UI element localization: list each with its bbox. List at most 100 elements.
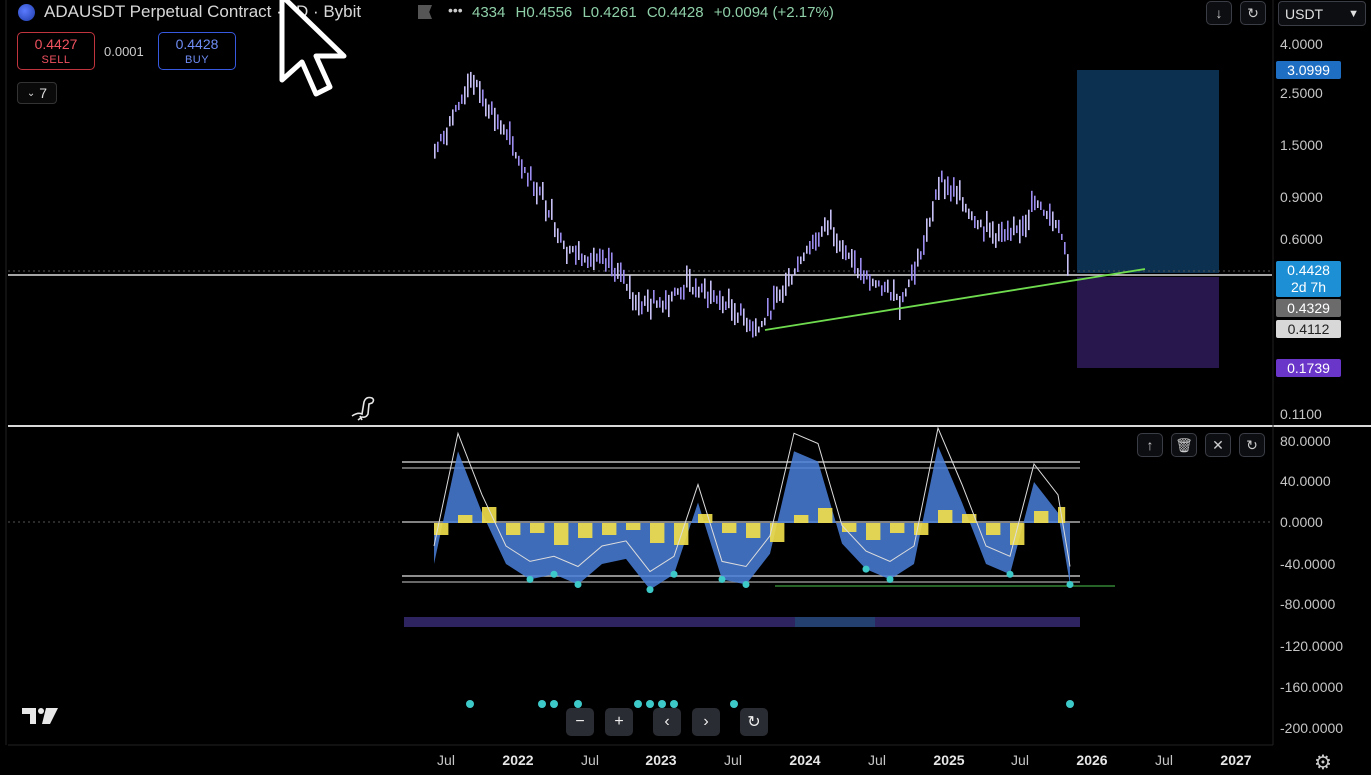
price-candle (743, 308, 745, 326)
price-candle (629, 275, 631, 299)
time-label: Jul (868, 752, 886, 768)
scroll-left-button[interactable]: ‹ (653, 708, 681, 736)
price-candle (908, 279, 910, 288)
price-candle (491, 101, 493, 115)
price-candle (1031, 190, 1033, 212)
price-candle (653, 290, 655, 304)
price-candle (806, 245, 808, 254)
time-label: 2025 (933, 752, 965, 768)
price-candle (731, 299, 733, 321)
tradingview-logo-icon[interactable] (22, 706, 58, 732)
osc-scale-label: -200.0000 (1280, 720, 1344, 736)
stop-zone[interactable] (1077, 277, 1219, 368)
price-candle (635, 294, 637, 311)
price-candle (857, 268, 859, 279)
zoom-in-button[interactable]: + (605, 708, 633, 736)
zoom-out-button[interactable]: − (566, 708, 594, 736)
gear-icon[interactable]: ⚙ (1314, 750, 1332, 775)
oscillator-trough-dot (670, 570, 678, 578)
chart-canvas[interactable] (0, 0, 1371, 773)
price-candle (800, 256, 802, 265)
time-label: Jul (581, 752, 599, 768)
dinosaur-icon[interactable] (348, 392, 378, 422)
price-candle (788, 268, 790, 287)
price-candle (971, 211, 973, 221)
oscillator-histogram-bar (650, 523, 665, 543)
price-candle (476, 79, 478, 88)
price-candle (863, 270, 865, 284)
target-price-badge: 3.0999 (1276, 61, 1341, 79)
oscillator-trough-dot (550, 570, 558, 578)
maximize-pane-icon[interactable]: ↻ (1239, 433, 1265, 457)
price-candles (434, 71, 1069, 338)
price-candle (506, 129, 508, 141)
osc-scale-label: 0.0000 (1280, 514, 1323, 530)
price-candle (839, 240, 841, 252)
osc-scale-label: -120.0000 (1280, 638, 1344, 654)
price-candle (620, 262, 622, 282)
price-candle (944, 179, 946, 200)
time-label: Jul (437, 752, 455, 768)
price-candle (887, 279, 889, 293)
current-price-value: 0.4428 (1287, 262, 1330, 278)
price-candle (512, 136, 514, 156)
delete-pane-icon[interactable]: 🗑 (1171, 433, 1197, 457)
price-candle (998, 223, 1000, 242)
price-candle (668, 294, 670, 318)
price-candle (878, 280, 880, 287)
price-candle (929, 217, 931, 227)
price-candle (1043, 209, 1045, 216)
price-candle (584, 255, 586, 263)
price-candle (794, 268, 796, 276)
collapse-pane-icon[interactable]: ✕ (1205, 433, 1231, 457)
price-candle (590, 252, 592, 267)
signal-dot (670, 700, 678, 708)
move-pane-up-icon[interactable]: ↑ (1137, 433, 1163, 457)
scroll-right-button[interactable]: › (692, 708, 720, 736)
price-candle (845, 245, 847, 261)
price-candle (623, 269, 625, 284)
price-candle (914, 261, 916, 285)
price-candle (461, 94, 463, 104)
price-candle (1007, 220, 1009, 241)
price-candle (1019, 219, 1021, 244)
price-candle (983, 226, 985, 242)
price-candle (782, 285, 784, 303)
price-candle (479, 81, 481, 103)
signal-dot (646, 700, 654, 708)
price-candle (677, 288, 679, 295)
reset-chart-button[interactable]: ↻ (740, 708, 768, 736)
price-candle (809, 241, 811, 255)
price-candle (632, 292, 634, 311)
price-candle (1025, 214, 1027, 238)
price-candle (614, 267, 616, 282)
time-label: 2024 (789, 752, 821, 768)
price-candle (587, 256, 589, 268)
oscillator-trough-dot (742, 581, 750, 588)
price-candle (815, 232, 817, 251)
price-candle (761, 321, 763, 328)
price-candle (650, 298, 652, 320)
price-candle (905, 288, 907, 297)
osc-scale-label: 80.0000 (1280, 433, 1331, 449)
time-label: 2023 (645, 752, 677, 768)
price-candle (464, 86, 466, 105)
price-candle (1001, 221, 1003, 242)
price-candle (728, 288, 730, 309)
price-candle (686, 265, 688, 288)
price-candle (734, 303, 736, 326)
price-candle (1037, 200, 1039, 208)
signal-dots (466, 700, 1074, 708)
price-candle (773, 285, 775, 310)
price-candle (818, 232, 820, 247)
price-candle (527, 172, 529, 187)
price-candle (662, 300, 664, 313)
target-zone[interactable] (1077, 70, 1219, 273)
price-candle (1046, 210, 1048, 220)
price-candle (500, 120, 502, 135)
osc-heat-strip (404, 617, 1080, 627)
oscillator-trough-dot (574, 581, 582, 588)
osc-scale-label: -80.0000 (1280, 596, 1336, 612)
price-scale-label: 0.6000 (1280, 231, 1323, 247)
price-candle (869, 274, 871, 291)
